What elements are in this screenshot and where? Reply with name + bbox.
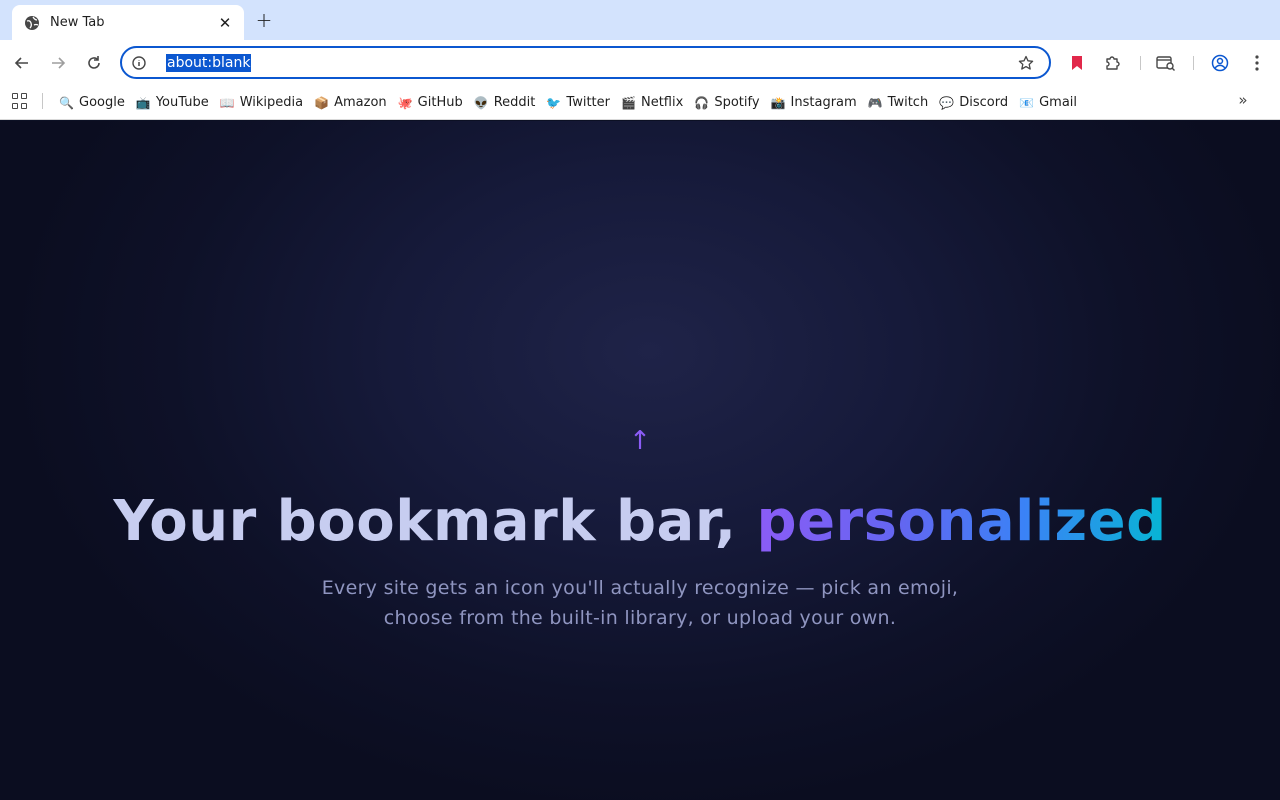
bookmarks-bar: 🔍 Google 📺 YouTube 📖 Wikipedia 📦 Amazon 🐙 Git…	[0, 86, 1280, 120]
forward-arrow-icon	[52, 57, 66, 69]
globe-icon	[24, 15, 40, 31]
twitch-emoji-icon: 🎮	[867, 95, 883, 110]
more-vertical-icon	[1255, 55, 1259, 71]
reddit-emoji-icon: 👽	[473, 95, 489, 110]
bookmark-google[interactable]: 🔍 Google	[56, 90, 128, 116]
youtube-emoji-icon: 📺	[135, 95, 151, 110]
forward-button[interactable]	[46, 51, 70, 75]
bookmark-label: Gmail	[1039, 95, 1078, 110]
back-button[interactable]	[10, 51, 34, 75]
close-icon[interactable]: ✕	[216, 14, 234, 32]
gmail-emoji-icon: 📧	[1019, 95, 1035, 110]
reload-button[interactable]	[82, 51, 106, 75]
bookmark-label: Instagram	[790, 95, 857, 110]
discord-emoji-icon: 💬	[939, 95, 955, 110]
wikipedia-emoji-icon: 📖	[219, 95, 235, 110]
bookmark-github[interactable]: 🐙 GitHub	[395, 90, 466, 116]
tab-strip: New Tab ✕ +	[0, 0, 1280, 40]
hero-title: Your bookmark bar, personalized	[0, 489, 1280, 554]
hero-title-accent: personalized	[756, 489, 1167, 554]
apps-grid-icon[interactable]	[12, 93, 28, 109]
toolbar: about:blank	[0, 40, 1280, 86]
bookmark-label: Amazon	[334, 95, 387, 110]
amazon-emoji-icon: 📦	[314, 95, 330, 110]
bookmark-label: Google	[79, 95, 125, 110]
bookmark-amazon[interactable]: 📦 Amazon	[311, 90, 390, 116]
bookmark-label: Wikipedia	[239, 95, 304, 110]
bookmark-extension-button[interactable]	[1065, 51, 1089, 75]
star-icon[interactable]	[1017, 54, 1035, 72]
toolbar-divider	[1193, 56, 1194, 70]
menu-button[interactable]	[1245, 51, 1269, 75]
profile-icon	[1211, 54, 1229, 72]
up-arrow-icon: ↑	[629, 426, 651, 456]
bookmark-wikipedia[interactable]: 📖 Wikipedia	[217, 90, 306, 116]
page-content: ↑ Your bookmark bar, personalized Every …	[0, 121, 1280, 800]
tab-title: New Tab	[50, 15, 105, 30]
tab-search-button[interactable]	[1154, 51, 1178, 75]
bookmark-icon	[1072, 56, 1082, 70]
netflix-emoji-icon: 🎬	[620, 95, 636, 110]
bookmark-netflix[interactable]: 🎬 Netflix	[618, 90, 686, 116]
hero-subtitle-line2: choose from the built-in library, or upl…	[383, 607, 897, 629]
extensions-button[interactable]	[1101, 51, 1125, 75]
bookmark-youtube[interactable]: 📺 YouTube	[133, 90, 212, 116]
new-tab-button[interactable]: +	[252, 8, 276, 32]
chevron-double-right-icon[interactable]: »	[1234, 91, 1252, 109]
google-emoji-icon: 🔍	[59, 95, 74, 110]
bookmark-twitch[interactable]: 🎮 Twitch	[865, 90, 932, 116]
puzzle-icon	[1106, 56, 1120, 70]
bookmarks-list: 🔍 Google 📺 YouTube 📖 Wikipedia 📦 Amazon 🐙 Git…	[56, 86, 1085, 119]
bookmark-reddit[interactable]: 👽 Reddit	[471, 90, 539, 116]
bookmark-label: Netflix	[640, 95, 684, 110]
address-bar[interactable]: about:blank	[120, 46, 1051, 79]
info-icon[interactable]	[131, 55, 147, 71]
hero-title-main: Your bookmark bar,	[113, 489, 757, 554]
hero-subtitle-line1: Every site gets an icon you'll actually …	[321, 577, 959, 599]
bookmark-discord[interactable]: 💬 Discord	[936, 90, 1011, 116]
toolbar-divider	[1140, 56, 1141, 70]
reload-icon	[88, 56, 100, 69]
bookmarks-divider	[42, 93, 43, 109]
bookmark-label: YouTube	[155, 95, 209, 110]
bookmark-label: Twitter	[566, 95, 610, 110]
twitter-emoji-icon: 🐦	[546, 95, 562, 110]
bookmark-twitter[interactable]: 🐦 Twitter	[543, 90, 613, 116]
github-emoji-icon: 🐙	[397, 95, 413, 110]
bookmark-label: Twitch	[887, 95, 929, 110]
back-arrow-icon	[14, 57, 28, 69]
bookmark-label: Discord	[959, 95, 1009, 110]
bookmark-spotify[interactable]: 🎧 Spotify	[691, 90, 762, 116]
bookmark-label: GitHub	[417, 95, 463, 110]
instagram-emoji-icon: 📸	[770, 95, 786, 110]
bookmark-instagram[interactable]: 📸 Instagram	[768, 90, 860, 116]
url-text[interactable]: about:blank	[166, 53, 252, 72]
bookmark-label: Reddit	[493, 95, 536, 110]
bookmark-label: Spotify	[714, 95, 760, 110]
bookmark-gmail[interactable]: 📧 Gmail	[1016, 90, 1080, 116]
spotify-emoji-icon: 🎧	[694, 95, 710, 110]
tab-search-icon	[1156, 56, 1175, 71]
tab-new-tab[interactable]: New Tab ✕	[12, 5, 244, 40]
profile-button[interactable]	[1208, 51, 1232, 75]
